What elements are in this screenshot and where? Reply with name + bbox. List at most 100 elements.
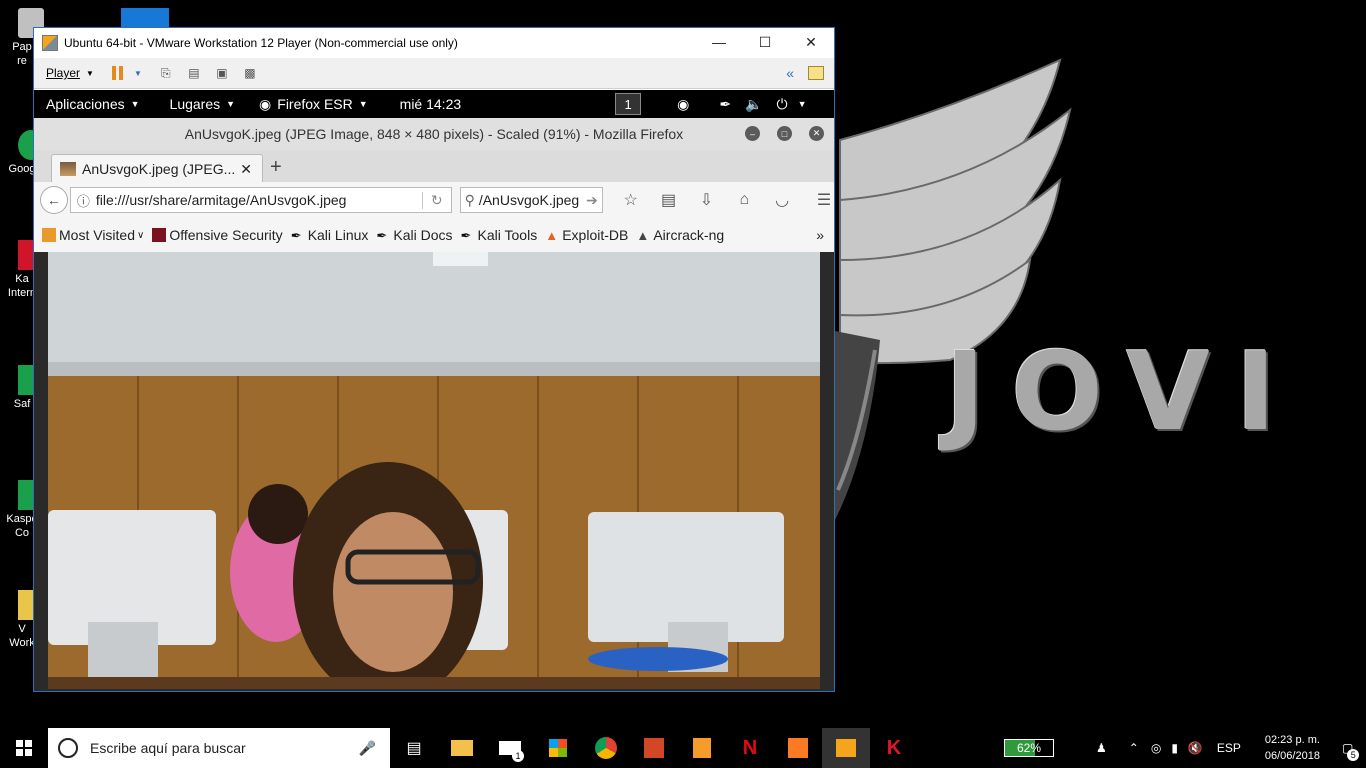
bookmark-offensive-security[interactable]: Offensive Security [152, 227, 283, 243]
minimize-icon[interactable]: – [745, 126, 760, 141]
workspace-indicator[interactable]: 1 [615, 93, 642, 115]
search-go-icon[interactable]: ➔ [586, 192, 598, 209]
ctrl-alt-del-icon[interactable]: ⎘ [158, 66, 174, 80]
unity-icon[interactable]: ▩ [242, 66, 258, 80]
bookmark-kali-linux[interactable]: ✒ Kali Linux [291, 227, 369, 243]
tab-image[interactable]: AnUsvgoK.jpeg (JPEG... ✕ [51, 154, 263, 183]
close-button[interactable]: ✕ [788, 28, 834, 56]
battery-indicator[interactable]: 62% [1004, 739, 1054, 757]
page-content [34, 252, 834, 691]
removable-devices-icon[interactable]: ▤ [186, 66, 202, 80]
netflix-icon[interactable]: N [726, 728, 774, 768]
microphone-icon[interactable]: 🎤 [359, 740, 376, 757]
volume-icon[interactable]: 🔈 [745, 96, 762, 113]
bookmarks-toolbar: Most Visited ∨ Offensive Security ✒ Kali L… [34, 218, 834, 253]
menu-hamburger-icon[interactable]: ☰ [814, 190, 834, 210]
kali-icon: ✒ [376, 228, 388, 243]
gnome-top-bar: Aplicaciones ▼ Lugares ▼ ◉ Firefox ESR ▼ mié… [34, 90, 834, 118]
info-icon[interactable]: ⓘ [77, 191, 90, 210]
places-menu[interactable]: Lugares ▼ [170, 96, 236, 112]
battery-small-icon[interactable]: ▮ [1171, 741, 1178, 755]
image-favicon-icon [60, 162, 76, 176]
search-value[interactable]: /AnUsvgoK.jpeg [479, 192, 586, 208]
vmware-titlebar: Ubuntu 64-bit - VMware Workstation 12 Pl… [34, 28, 834, 58]
clock[interactable]: mié 14:23 [400, 96, 461, 112]
volume-muted-icon[interactable]: 🔇 [1188, 741, 1203, 755]
powerpoint-icon[interactable] [630, 728, 678, 768]
pause-dropdown-icon[interactable]: ▼ [134, 69, 142, 78]
search-bar[interactable]: ⚲ /AnUsvgoK.jpeg ➔ [459, 187, 603, 213]
kali-icon: ✒ [290, 228, 302, 243]
url-bar[interactable]: ⓘ file:///usr/share/armitage/AnUsvgoK.jp… [69, 187, 452, 213]
vmware-taskbar-icon[interactable] [822, 728, 870, 768]
desktop-icon-partial[interactable] [121, 8, 169, 28]
back-button[interactable]: ← [40, 186, 68, 214]
desktop-icon-label: V Work [9, 623, 35, 649]
battery-percent: 62% [1016, 741, 1042, 755]
action-center-icon[interactable]: ▢ 5 [1342, 741, 1360, 761]
language-indicator[interactable]: ESP [1217, 741, 1241, 755]
maximize-button[interactable]: ☐ [742, 28, 788, 56]
video-icon[interactable]: ◉ [677, 96, 689, 113]
sublime-icon[interactable] [678, 728, 726, 768]
collapse-icon[interactable]: « [786, 65, 794, 81]
task-view-icon[interactable]: ▤ [390, 728, 438, 768]
applications-menu[interactable]: Aplicaciones ▼ [46, 96, 140, 112]
webcam-photo [48, 252, 820, 689]
bookmark-most-visited[interactable]: Most Visited ∨ [42, 227, 144, 243]
start-button[interactable] [0, 728, 48, 768]
notes-icon[interactable] [808, 66, 824, 80]
bookmarks-overflow-icon[interactable]: » [816, 227, 824, 243]
firefox-window: AnUsvgoK.jpeg (JPEG Image, 848 × 480 pix… [34, 118, 834, 691]
taskbar-search-box[interactable]: Escribe aquí para buscar 🎤 [48, 728, 390, 768]
player-menu-arrow-icon[interactable]: ▼ [86, 69, 94, 78]
pause-button[interactable] [111, 66, 126, 80]
url-text[interactable]: file:///usr/share/armitage/AnUsvgoK.jpeg [96, 192, 422, 208]
firefox-icon: ◉ [259, 95, 272, 112]
wifi-icon[interactable]: ◎ [1151, 741, 1161, 755]
time: 02:23 p. m. [1264, 734, 1320, 746]
xampp-icon[interactable] [774, 728, 822, 768]
vmware-toolbar: Player ▼ ▼ ⎘ ▤ ▣ ▩ « [34, 58, 834, 89]
download-icon[interactable]: ⇩ [696, 190, 716, 210]
home-icon[interactable]: ⌂ [734, 190, 754, 210]
bookmark-exploit-db[interactable]: ▲ Exploit-DB [545, 227, 628, 243]
tools-icon[interactable]: ✒ [719, 96, 731, 113]
bookmark-kali-docs[interactable]: ✒ Kali Docs [376, 227, 452, 243]
file-explorer-icon[interactable] [438, 728, 486, 768]
app-menu[interactable]: ◉ Firefox ESR ▼ [259, 96, 368, 113]
reload-icon[interactable]: ↻ [421, 191, 451, 209]
power-icon[interactable]: ⏻ [777, 96, 788, 113]
bookmark-kali-tools[interactable]: ✒ Kali Tools [461, 227, 538, 243]
chevron-down-icon: ▼ [130, 99, 140, 109]
bookmark-label: Kali Docs [393, 227, 453, 243]
firefox-titlebar: AnUsvgoK.jpeg (JPEG Image, 848 × 480 pix… [34, 118, 834, 150]
guest-screen: Aplicaciones ▼ Lugares ▼ ◉ Firefox ESR ▼ mié… [34, 90, 834, 691]
chrome-icon[interactable] [582, 728, 630, 768]
fullscreen-icon[interactable]: ▣ [214, 66, 230, 80]
pocket-icon[interactable]: ◡ [772, 190, 792, 210]
people-icon[interactable]: ♟ [1096, 741, 1107, 755]
system-menu-arrow-icon[interactable]: ▼ [798, 99, 807, 109]
tab-strip: AnUsvgoK.jpeg (JPEG... ✕ + [34, 150, 834, 183]
tab-close-icon[interactable]: ✕ [240, 161, 252, 178]
new-tab-button[interactable]: + [270, 156, 282, 179]
reading-list-icon[interactable]: ▤ [659, 190, 679, 210]
close-icon[interactable]: ✕ [809, 126, 824, 141]
minimize-button[interactable]: — [696, 28, 742, 56]
offsec-icon [152, 228, 167, 242]
bookmark-label: Kali Linux [307, 227, 369, 243]
desktop-icon-label: Ka Intern [7, 273, 37, 299]
tab-title: AnUsvgoK.jpeg (JPEG... [82, 161, 236, 177]
maximize-icon[interactable]: □ [777, 126, 792, 141]
clock-area[interactable]: 02:23 p. m. 06/06/2018 [1265, 732, 1320, 764]
show-hidden-icons[interactable]: ⌃ [1129, 741, 1139, 755]
mail-icon[interactable]: 1 [486, 728, 534, 768]
bookmark-star-icon[interactable]: ☆ [621, 190, 641, 210]
kaspersky-taskbar-icon[interactable]: K [870, 728, 918, 768]
app-label: Firefox ESR [277, 96, 353, 112]
bookmark-aircrack-ng[interactable]: ▲ Aircrack-ng [636, 227, 724, 243]
wallpaper-logo-text: JOVI [945, 330, 1302, 455]
player-menu[interactable]: Player [46, 66, 80, 80]
store-icon[interactable] [534, 728, 582, 768]
